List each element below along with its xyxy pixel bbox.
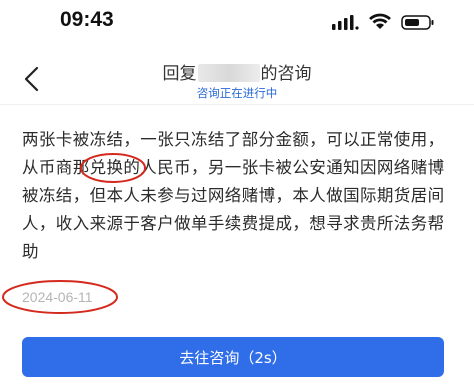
- status-time: 09:43: [60, 8, 114, 31]
- go-consult-button[interactable]: 去往咨询（2s）: [22, 337, 444, 377]
- page-title: 回复 的咨询: [0, 59, 474, 84]
- title-prefix: 回复: [162, 64, 197, 84]
- wifi-icon: [369, 13, 391, 29]
- consult-status: 咨询正在进行中: [196, 86, 278, 100]
- battery-icon: [401, 15, 434, 30]
- signal-icon: [332, 15, 359, 30]
- nav-bar: 回复 的咨询 咨询正在进行中: [0, 52, 474, 104]
- question-date: 2024-06-11: [22, 289, 93, 305]
- status-bar: 09:43: [0, 0, 474, 44]
- title-suffix: 的咨询: [260, 64, 312, 84]
- status-icons: [332, 13, 434, 30]
- redacted-name: [197, 64, 260, 82]
- question-text: 两张卡被冻结，一张只冻结了部分金额，可以正常使用，从币商那兑换的人民币，另一张卡…: [22, 130, 445, 261]
- nav-divider: [0, 104, 474, 105]
